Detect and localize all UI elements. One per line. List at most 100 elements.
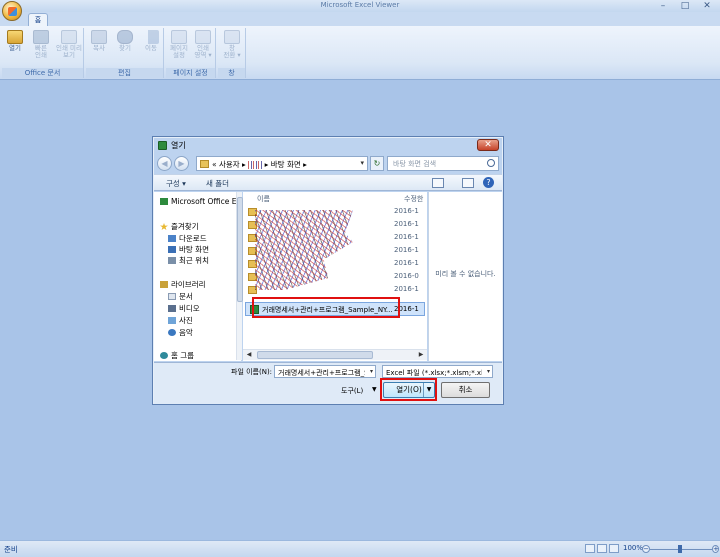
excel-icon [158, 141, 167, 150]
navigation-row: ◀ ▶ « 사용자 ▸ ▸ 바탕 화면 ▸ ▾ ↻ 바탕 화면 검색 [157, 155, 499, 173]
dialog-title: 열기 [171, 141, 186, 150]
path-tail: ▸ 바탕 화면 ▸ [264, 160, 307, 169]
title-bar: Microsoft Excel Viewer – □ ✕ [0, 0, 720, 12]
window-group: 창 전환 ▾ 창 [218, 28, 246, 78]
highlight-box-file [252, 297, 400, 318]
switch-windows-icon [224, 30, 240, 44]
nav-item-office[interactable]: Microsoft Office E [160, 197, 237, 208]
filename-input[interactable]: 거래명세서+관리+프로그램_S ▾ [274, 365, 376, 378]
scroll-left-icon[interactable]: ◀ [244, 350, 254, 360]
close-button[interactable]: ✕ [696, 0, 718, 12]
cancel-button[interactable]: 취소 [441, 382, 490, 398]
find-button[interactable]: 찾기 [112, 30, 138, 52]
column-modified[interactable]: 수정한 [404, 194, 423, 204]
navigation-pane: Microsoft Office E 즐겨찾기 다운로드 바탕 화면 최근 위치… [154, 192, 243, 361]
refresh-button[interactable]: ↻ [370, 156, 384, 171]
minimize-button[interactable]: – [652, 0, 674, 12]
goto-button[interactable]: 이동 [138, 30, 164, 52]
nav-item-desktop[interactable]: 바탕 화면 [168, 244, 209, 255]
office-document-group-label: Office 문서 [2, 68, 83, 78]
dialog-close-button[interactable]: ✕ [477, 139, 499, 151]
page-setup-group: 페이지 설정 인쇄 영역 ▾ 페이지 설정 [166, 28, 216, 78]
nav-scrollbar[interactable] [236, 192, 243, 360]
nav-item-libraries[interactable]: 라이브러리 [160, 279, 206, 290]
tools-button[interactable]: 도구(L) [341, 386, 363, 396]
views-icon[interactable] [432, 178, 444, 188]
page-setup-icon [171, 30, 187, 44]
zoom-in-button[interactable]: + [712, 545, 719, 553]
office-button[interactable] [2, 1, 22, 21]
quick-print-button[interactable]: 빠른 인쇄 [28, 30, 54, 59]
nav-item-favorites[interactable]: 즐겨찾기 [160, 221, 199, 232]
back-button[interactable]: ◀ [157, 156, 172, 171]
zoom-level[interactable]: 100% [623, 544, 643, 552]
nav-item-homegroup[interactable]: 홈 그룹 [160, 350, 194, 361]
status-bar: 준비 100% − + [0, 540, 720, 557]
nav-item-recent[interactable]: 최근 위치 [168, 255, 209, 266]
print-preview-button[interactable]: 인쇄 미리 보기 [54, 30, 84, 59]
file-date: 2016-1 [394, 233, 419, 241]
new-folder-button[interactable]: 새 폴더 [206, 178, 229, 189]
print-area-button[interactable]: 인쇄 영역 ▾ [190, 30, 216, 59]
nav-item-label: Microsoft Office E [171, 197, 237, 206]
nav-item-label: 음악 [179, 328, 193, 337]
file-list-scrollbar[interactable]: ◀ ▶ [243, 349, 427, 360]
nav-item-pictures[interactable]: 사진 [168, 315, 193, 326]
file-date: 2016-1 [394, 207, 419, 215]
file-date: 2016-1 [394, 285, 419, 293]
scroll-right-icon[interactable]: ▶ [416, 350, 426, 360]
file-date: 2016-1 [394, 220, 419, 228]
nav-item-videos[interactable]: 비디오 [168, 303, 200, 314]
edit-group-label: 편집 [86, 68, 163, 78]
zoom-slider-handle[interactable] [678, 545, 682, 553]
address-bar[interactable]: « 사용자 ▸ ▸ 바탕 화면 ▸ ▾ [196, 156, 368, 171]
desktop-icon [168, 246, 176, 253]
organize-button[interactable]: 구성 ▾ [166, 178, 186, 189]
tools-dropdown-icon[interactable]: ▼ [372, 386, 377, 393]
filetype-select[interactable]: Excel 파일 (*.xlsx;*.xlsm;*.xlsb; ▾ [382, 365, 493, 378]
open-button[interactable]: 열기 [2, 30, 28, 52]
nav-item-label: 바탕 화면 [179, 245, 209, 254]
goto-label: 이동 [145, 44, 157, 52]
folder-icon [200, 160, 209, 168]
tab-home[interactable]: 홈 [28, 13, 48, 26]
quick-print-label-2: 인쇄 [35, 51, 47, 59]
help-icon[interactable]: ? [483, 177, 494, 188]
normal-view-icon[interactable] [585, 544, 595, 553]
address-path: « 사용자 ▸ ▸ 바탕 화면 ▸ [212, 159, 307, 170]
nav-item-label: 홈 그룹 [171, 351, 195, 360]
preview-pane-icon[interactable] [462, 178, 474, 188]
page-layout-view-icon[interactable] [597, 544, 607, 553]
nav-item-music[interactable]: 음악 [168, 327, 193, 338]
ribbon: 열기 빠른 인쇄 인쇄 미리 보기 Office 문서 복사 찾기 이동 편집 [0, 26, 720, 80]
copy-button[interactable]: 복사 [86, 30, 112, 52]
chevron-down-icon[interactable]: ▾ [370, 368, 373, 375]
search-input[interactable]: 바탕 화면 검색 [387, 156, 499, 171]
print-area-icon [195, 30, 211, 44]
arrow-right-icon [143, 30, 159, 44]
zoom-out-button[interactable]: − [642, 545, 650, 553]
forward-button[interactable]: ▶ [174, 156, 189, 171]
preview-message: 미리 볼 수 없습니다. [435, 270, 496, 278]
find-label: 찾기 [119, 44, 131, 52]
file-scroll-thumb[interactable] [257, 351, 373, 359]
column-name[interactable]: 이름 [257, 194, 270, 204]
path-prefix: « 사용자 ▸ [212, 160, 246, 169]
copy-label: 복사 [93, 44, 105, 52]
chevron-down-icon[interactable]: ▾ [487, 368, 490, 375]
maximize-button[interactable]: □ [674, 0, 696, 12]
file-date: 2016-1 [394, 259, 419, 267]
page-setup-button[interactable]: 페이지 설정 [166, 30, 192, 59]
nav-item-documents[interactable]: 문서 [168, 291, 193, 302]
dialog-bottom: 파일 이름(N): 거래명세서+관리+프로그램_S ▾ Excel 파일 (*.… [154, 362, 502, 404]
open-dialog: 열기 ✕ ◀ ▶ « 사용자 ▸ ▸ 바탕 화면 ▸ ▾ ↻ 바탕 화면 검색 … [152, 136, 504, 405]
search-placeholder: 바탕 화면 검색 [393, 160, 437, 168]
document-icon [168, 293, 176, 300]
switch-windows-button[interactable]: 창 전환 ▾ [219, 30, 245, 59]
video-icon [168, 305, 176, 312]
nav-item-downloads[interactable]: 다운로드 [168, 233, 207, 244]
page-break-view-icon[interactable] [609, 544, 619, 553]
chevron-down-icon[interactable]: ▾ [360, 159, 364, 167]
search-icon [487, 159, 495, 167]
page-setup-group-label: 페이지 설정 [166, 68, 215, 78]
